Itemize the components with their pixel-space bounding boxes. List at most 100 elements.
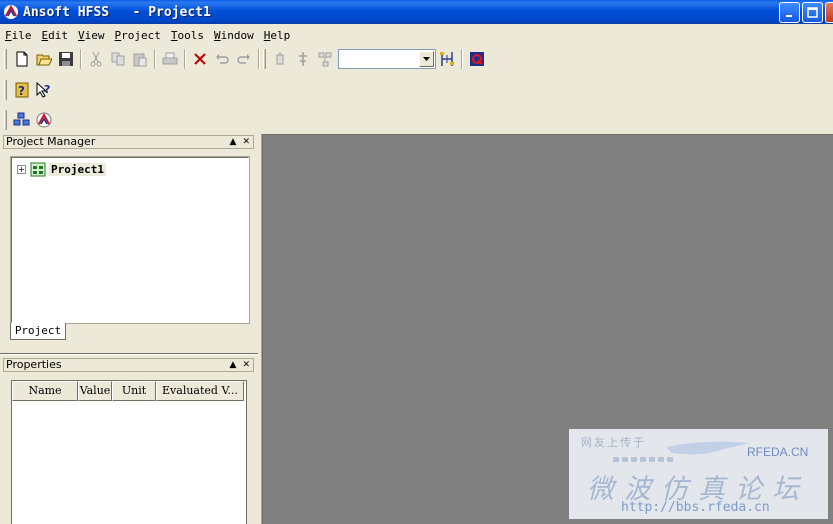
network-button[interactable] bbox=[314, 48, 336, 70]
menu-window-label: indow bbox=[220, 28, 254, 42]
standard-toolbar bbox=[0, 46, 488, 72]
menu-project[interactable]: Project bbox=[110, 29, 166, 42]
insert-design-button[interactable] bbox=[11, 109, 33, 131]
copy-button[interactable] bbox=[107, 48, 129, 70]
toolbar-separator bbox=[258, 49, 260, 69]
watermark-small-text: 网友上传于 bbox=[581, 436, 646, 449]
tab-project[interactable]: Project bbox=[10, 323, 66, 340]
title-bar[interactable]: Ansoft HFSS - Project1 bbox=[0, 0, 833, 24]
whats-this-button[interactable]: ? bbox=[33, 79, 55, 101]
menu-help[interactable]: Help bbox=[259, 29, 296, 42]
copy-icon bbox=[111, 52, 125, 66]
watermark: 网友上传于 RFEDA.CN 微波仿真论坛 http://bbs.rfeda.c… bbox=[569, 429, 828, 519]
validate-button[interactable] bbox=[466, 48, 488, 70]
properties-title: Properties bbox=[6, 358, 62, 371]
menu-window[interactable]: Window bbox=[209, 29, 259, 42]
menu-file-label: ile bbox=[11, 28, 32, 42]
properties-grid[interactable]: Name Value Unit Evaluated V... bbox=[11, 380, 247, 524]
dataset-button[interactable] bbox=[270, 48, 292, 70]
print-button[interactable] bbox=[159, 48, 181, 70]
menu-edit-label: dit bbox=[48, 28, 68, 42]
close-button[interactable] bbox=[825, 2, 833, 23]
save-icon bbox=[59, 52, 73, 66]
menu-file[interactable]: File bbox=[0, 29, 37, 42]
project-icon bbox=[30, 162, 46, 177]
menu-tools-accel: T bbox=[170, 28, 178, 42]
toolbar-separator bbox=[184, 49, 186, 69]
paste-icon bbox=[133, 53, 147, 67]
panel-collapse-icon[interactable]: ▲ bbox=[230, 136, 237, 148]
tree-node-project[interactable]: + Project1 bbox=[17, 162, 106, 177]
paste-button[interactable] bbox=[129, 48, 151, 70]
column-header-evaluated-value[interactable]: Evaluated V... bbox=[156, 381, 244, 401]
add-port-button[interactable] bbox=[436, 48, 458, 70]
ansoft-logo-icon bbox=[4, 4, 18, 19]
help-toolbar: ? ? bbox=[0, 77, 55, 103]
column-header-name[interactable]: Name bbox=[12, 381, 78, 401]
properties-column-headers: Name Value Unit Evaluated V... bbox=[12, 381, 246, 401]
toolbar-grip[interactable] bbox=[4, 49, 7, 69]
new-button[interactable] bbox=[11, 48, 33, 70]
solve-icon bbox=[299, 52, 307, 66]
project-manager-title: Project Manager bbox=[6, 135, 96, 148]
menu-file-accel: F bbox=[5, 28, 12, 42]
project-tree[interactable]: + Project1 bbox=[10, 156, 250, 324]
column-header-value[interactable]: Value bbox=[78, 381, 112, 401]
dataset-icon bbox=[276, 52, 284, 65]
toolbar-grip[interactable] bbox=[4, 110, 7, 130]
panel-collapse-icon[interactable]: ▲ bbox=[230, 359, 237, 371]
cut-icon bbox=[90, 51, 102, 67]
minimize-icon bbox=[785, 14, 792, 17]
cut-button[interactable] bbox=[85, 48, 107, 70]
properties-header[interactable]: Properties ▲ ✕ bbox=[3, 358, 254, 372]
help-topics-button[interactable]: ? bbox=[11, 79, 33, 101]
watermark-url: http://bbs.rfeda.cn bbox=[621, 500, 770, 515]
menu-help-label: elp bbox=[270, 28, 291, 42]
undo-button[interactable] bbox=[211, 48, 233, 70]
whats-this-icon: ? bbox=[36, 81, 50, 98]
dropdown-arrow-icon[interactable] bbox=[419, 51, 434, 67]
hfss-icon bbox=[36, 112, 52, 128]
maximize-icon bbox=[807, 7, 818, 18]
menu-project-label: roject bbox=[121, 28, 161, 42]
pane-splitter[interactable] bbox=[0, 353, 258, 355]
hfss-design-button[interactable] bbox=[33, 109, 55, 131]
redo-icon bbox=[237, 54, 250, 64]
toolbar-grip[interactable] bbox=[4, 80, 7, 100]
svg-text:?: ? bbox=[44, 83, 50, 96]
design-toolbar bbox=[0, 107, 55, 133]
project-manager-header[interactable]: Project Manager ▲ ✕ bbox=[3, 135, 254, 149]
toolbar-separator bbox=[461, 49, 463, 69]
network-icon bbox=[318, 52, 332, 67]
toolbar-grip[interactable] bbox=[263, 49, 266, 69]
delete-icon bbox=[194, 53, 206, 65]
menu-window-accel: W bbox=[214, 28, 221, 42]
minimize-button[interactable] bbox=[779, 2, 800, 23]
tree-node-label: Project1 bbox=[49, 163, 106, 176]
validate-icon bbox=[470, 52, 484, 66]
svg-text:?: ? bbox=[18, 84, 25, 98]
menu-tools-label: ools bbox=[177, 28, 205, 42]
toolbar-separator bbox=[154, 49, 156, 69]
delete-button[interactable] bbox=[189, 48, 211, 70]
help-topics-icon: ? bbox=[15, 82, 29, 98]
panel-close-icon[interactable]: ✕ bbox=[242, 136, 250, 148]
column-header-unit[interactable]: Unit bbox=[112, 381, 156, 401]
toolbar-separator bbox=[80, 49, 82, 69]
setup-dropdown[interactable] bbox=[338, 49, 436, 69]
plane-logo-icon bbox=[666, 441, 750, 455]
maximize-button[interactable] bbox=[802, 2, 823, 23]
open-button[interactable] bbox=[33, 48, 55, 70]
new-icon bbox=[16, 51, 28, 67]
undo-icon bbox=[216, 54, 229, 64]
solve-button[interactable] bbox=[292, 48, 314, 70]
insert-design-icon bbox=[13, 112, 30, 126]
menu-view[interactable]: View bbox=[73, 29, 110, 42]
save-button[interactable] bbox=[55, 48, 77, 70]
menu-tools[interactable]: Tools bbox=[166, 29, 209, 42]
panel-close-icon[interactable]: ✕ bbox=[242, 359, 250, 371]
menu-bar: File Edit View Project Tools Window Help bbox=[0, 26, 295, 44]
expand-icon[interactable]: + bbox=[17, 165, 26, 174]
redo-button[interactable] bbox=[233, 48, 255, 70]
menu-edit[interactable]: Edit bbox=[37, 29, 74, 42]
